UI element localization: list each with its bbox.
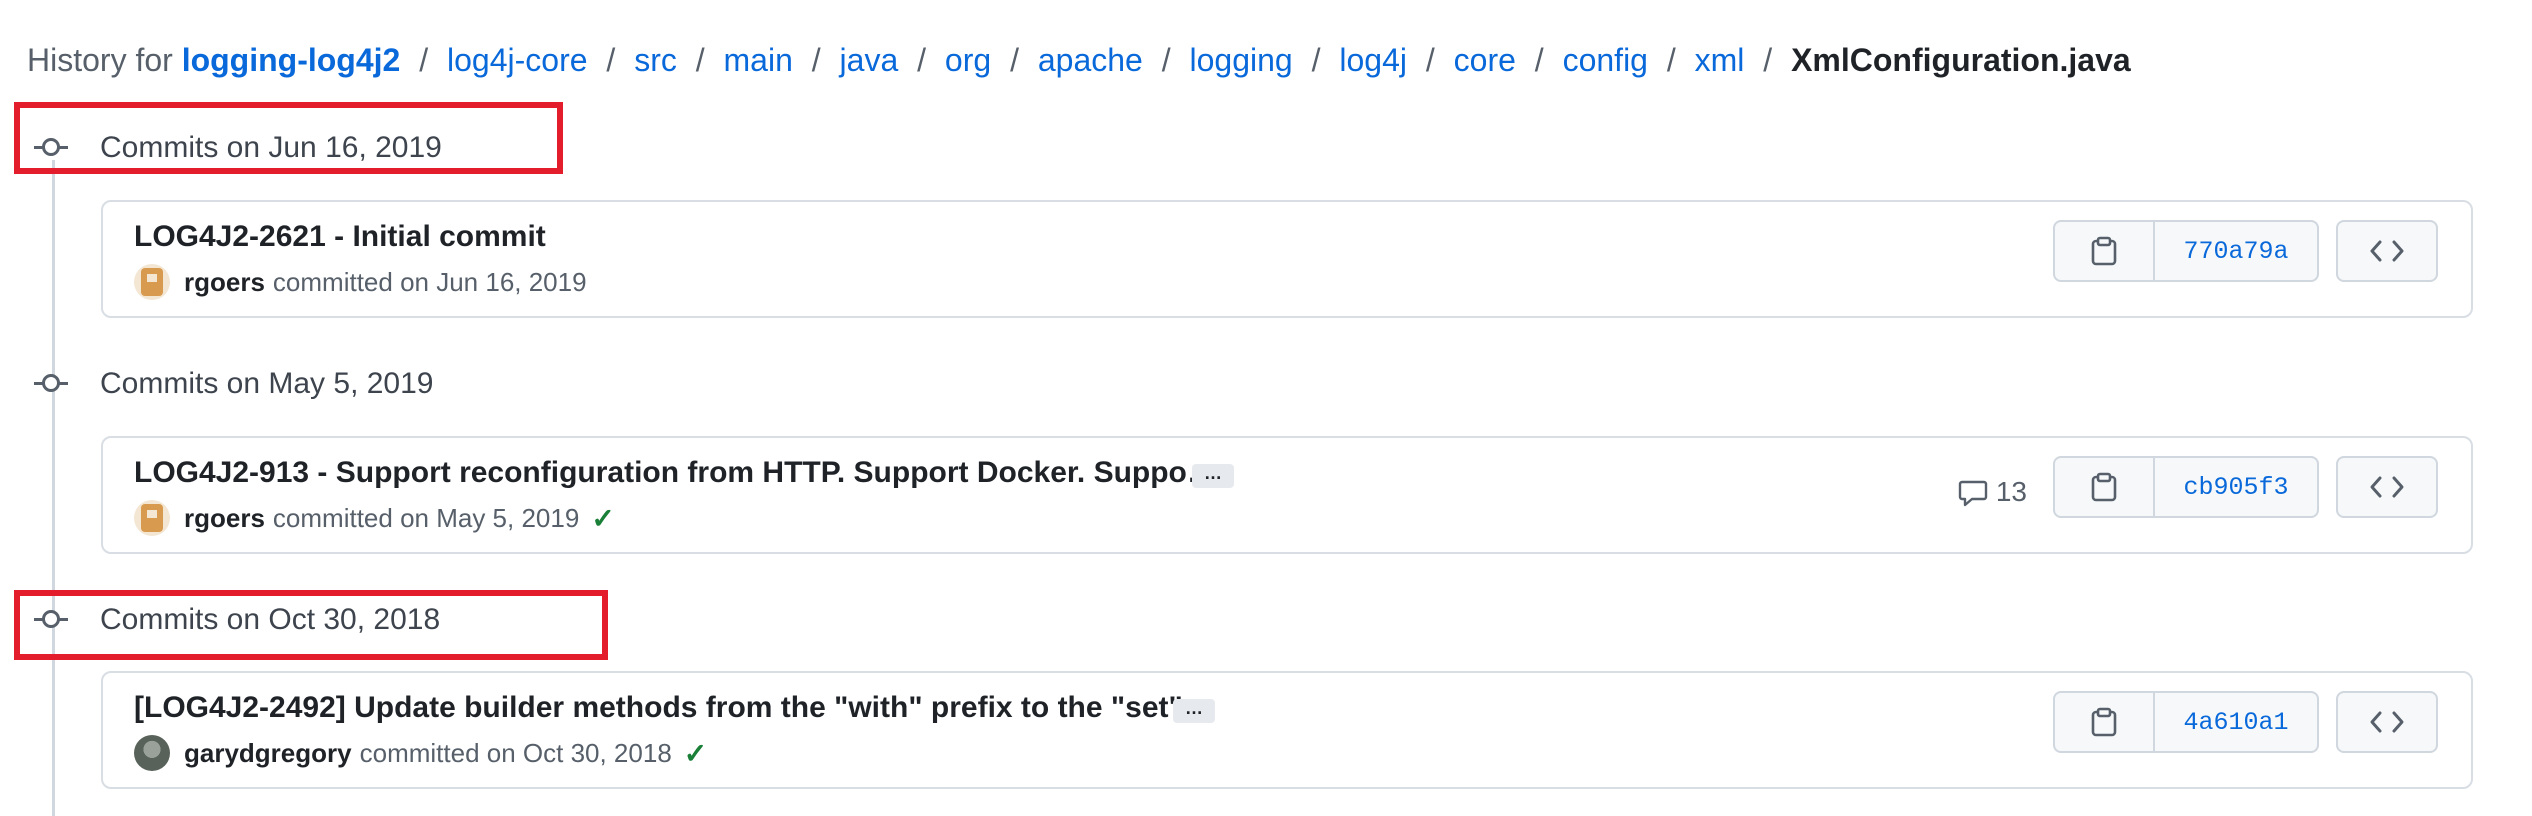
breadcrumb-repo-link[interactable]: logging-log4j2 <box>182 42 401 78</box>
breadcrumb-item-config[interactable]: config <box>1563 42 1648 78</box>
breadcrumb-item-java[interactable]: java <box>840 42 899 78</box>
sha-button-group: 770a79a <box>2053 220 2319 282</box>
highlight-box <box>14 102 563 174</box>
breadcrumb-prefix: History for <box>27 42 173 78</box>
copy-sha-button[interactable] <box>2055 222 2155 280</box>
expand-message-button[interactable]: … <box>1173 699 1215 723</box>
breadcrumb-separator: / <box>1161 42 1171 78</box>
commit-group-header: Commits on May 5, 2019 <box>30 360 433 408</box>
comments-link[interactable]: 13 <box>1958 476 2027 508</box>
check-icon[interactable]: ✓ <box>591 502 614 535</box>
breadcrumb-separator: / <box>1666 42 1676 78</box>
breadcrumb-item-log4j[interactable]: log4j <box>1339 42 1407 78</box>
commit-sha-link[interactable]: cb905f3 <box>2155 458 2317 516</box>
breadcrumb-current-file: XmlConfiguration.java <box>1791 42 2131 78</box>
breadcrumb-item-apache[interactable]: apache <box>1038 42 1143 78</box>
breadcrumb-item-core[interactable]: core <box>1454 42 1516 78</box>
committed-date: committed on Oct 30, 2018 <box>359 737 672 768</box>
commit-meta: rgoers committed on Jun 16, 2019 <box>134 264 587 300</box>
avatar[interactable] <box>134 264 170 300</box>
breadcrumb-separator: / <box>1311 42 1321 78</box>
breadcrumb-separator: / <box>695 42 705 78</box>
commit-group-date: Commits on May 5, 2019 <box>100 367 434 400</box>
commit-sha-link[interactable]: 770a79a <box>2155 222 2317 280</box>
code-icon <box>2370 476 2404 498</box>
commit-title-link[interactable]: LOG4J2-913 - Support reconfiguration fro… <box>134 456 1217 490</box>
comment-count: 13 <box>1995 476 2027 507</box>
commit-title-link[interactable]: LOG4J2-2621 - Initial commit <box>134 220 546 254</box>
check-icon[interactable]: ✓ <box>684 737 707 770</box>
breadcrumb-separator: / <box>1010 42 1019 78</box>
commit-meta: rgoers committed on May 5, 2019 ✓ <box>134 500 615 536</box>
copy-icon <box>2091 236 2117 266</box>
breadcrumb-item-src[interactable]: src <box>634 42 677 78</box>
author-link[interactable]: rgoers <box>184 267 265 298</box>
author-link[interactable]: rgoers <box>184 503 265 534</box>
breadcrumb-separator: / <box>1425 42 1435 78</box>
sha-button-group: cb905f3 <box>2053 456 2319 518</box>
copy-icon <box>2091 472 2117 502</box>
breadcrumb-separator: / <box>419 42 429 78</box>
breadcrumb-separator: / <box>606 42 616 78</box>
breadcrumb-item-main[interactable]: main <box>724 42 793 78</box>
commit-meta: garydgregory committed on Oct 30, 2018 ✓ <box>134 735 707 771</box>
sha-button-group: 4a610a1 <box>2053 691 2319 753</box>
comment-icon <box>1958 480 1988 507</box>
timeline-line <box>52 160 55 816</box>
breadcrumb-separator: / <box>811 42 821 78</box>
committed-date: committed on May 5, 2019 <box>272 502 580 533</box>
browse-repository-button[interactable] <box>2336 691 2438 753</box>
code-icon <box>2370 240 2404 262</box>
avatar[interactable] <box>134 735 170 771</box>
browse-repository-button[interactable] <box>2336 456 2438 518</box>
breadcrumb-item-org[interactable]: org <box>945 42 991 78</box>
breadcrumb-separator: / <box>1763 42 1773 78</box>
commit-item: [LOG4J2-2492] Update builder methods fro… <box>101 671 2473 789</box>
breadcrumb-separator: / <box>1534 42 1544 78</box>
commit-item: LOG4J2-913 - Support reconfiguration fro… <box>101 436 2473 554</box>
copy-sha-button[interactable] <box>2055 458 2155 516</box>
copy-sha-button[interactable] <box>2055 693 2155 751</box>
expand-message-button[interactable]: … <box>1192 464 1234 488</box>
copy-icon <box>2091 707 2117 737</box>
breadcrumb: History for logging-log4j2 / log4j-core … <box>27 36 2131 84</box>
git-commit-icon <box>30 360 72 408</box>
browse-repository-button[interactable] <box>2336 220 2438 282</box>
code-icon <box>2370 711 2404 733</box>
commit-sha-link[interactable]: 4a610a1 <box>2155 693 2317 751</box>
commit-title-link[interactable]: [LOG4J2-2492] Update builder methods fro… <box>134 691 1183 725</box>
commit-item: LOG4J2-2621 - Initial commit rgoers comm… <box>101 200 2473 318</box>
breadcrumb-separator: / <box>917 42 927 78</box>
committed-date: committed on Jun 16, 2019 <box>272 266 587 297</box>
highlight-box <box>14 590 608 660</box>
breadcrumb-item-log4j-core[interactable]: log4j-core <box>447 42 588 78</box>
avatar[interactable] <box>134 500 170 536</box>
breadcrumb-item-logging[interactable]: logging <box>1190 42 1293 78</box>
breadcrumb-item-xml[interactable]: xml <box>1695 42 1745 78</box>
author-link[interactable]: garydgregory <box>184 738 352 769</box>
